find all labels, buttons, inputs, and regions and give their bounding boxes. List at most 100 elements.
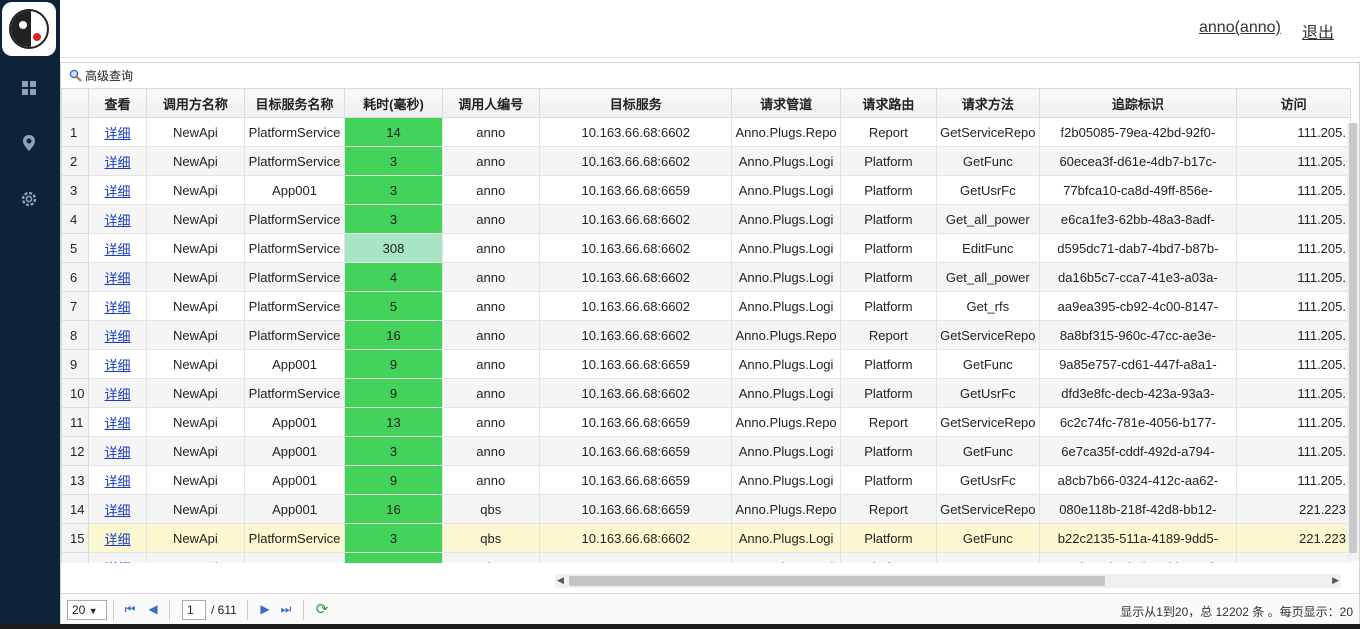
- trace-id-cell: dfd3e8fc-decb-423a-93a3-: [1038, 378, 1238, 408]
- table-row[interactable]: 16 详细 NewApiApp0019qbs10.163.66.68:6659Ann…: [61, 552, 1351, 564]
- detail-link[interactable]: 详细: [105, 213, 131, 228]
- access-ip-cell: 111.205.: [1236, 175, 1351, 205]
- detail-link[interactable]: 详细: [105, 329, 131, 344]
- pager-separator: [113, 600, 114, 620]
- detail-link: 详细: [87, 291, 148, 321]
- table-row[interactable]: 8 详细 NewApi PlatformService 16 anno 10.163.66.…: [61, 320, 1351, 350]
- duration-cell: 14: [344, 117, 443, 147]
- trace-id-cell: b22c2135-511a-4189-9dd5-: [1038, 523, 1238, 553]
- table-row[interactable]: 12 详细 NewApi App001 3 anno 10.163.66.68:6659 An…: [61, 436, 1351, 466]
- detail-link[interactable]: 详细: [105, 271, 131, 286]
- column-header[interactable]: 请求管道: [731, 88, 841, 118]
- caller-name-cell: NewApi: [146, 291, 245, 321]
- prev-page-icon[interactable]: ◀: [146, 602, 160, 616]
- last-page-icon[interactable]: ⏭: [279, 602, 293, 616]
- request-route-cell: Platform: [839, 465, 938, 495]
- vertical-scroll-thumb[interactable]: [1349, 123, 1357, 553]
- detail-link[interactable]: 详细: [105, 358, 131, 373]
- access-ip-cell: 111.205.: [1236, 407, 1351, 437]
- table-row[interactable]: 3 详细 NewApi App001 3 anno 10.163.66.68:6659 Ann…: [61, 175, 1351, 205]
- detail-link[interactable]: 详细: [105, 532, 131, 547]
- table-row[interactable]: 6 详细 NewApi PlatformService 4 anno 10.163.66.6…: [61, 262, 1351, 292]
- target-service-name-cell: PlatformService: [243, 204, 346, 234]
- horizontal-scrollbar[interactable]: ◀ ▶: [555, 574, 1341, 588]
- target-service-cell: 10.163.66.68:6602: [539, 146, 733, 176]
- detail-link[interactable]: 详细: [105, 445, 131, 460]
- app-logo[interactable]: [2, 2, 56, 56]
- magnifier-search-icon: [69, 69, 82, 82]
- detail-link[interactable]: 详细: [105, 416, 131, 431]
- table-row[interactable]: 4 详细 NewApi PlatformService 3 anno 10.163.66.6…: [61, 204, 1351, 234]
- page-size-value: 20: [72, 603, 86, 617]
- detail-link[interactable]: 详细: [105, 561, 131, 564]
- request-route-cell: Report: [839, 117, 938, 147]
- trace-id-cell: 6c2c74fc-781e-4056-b177-: [1038, 407, 1238, 437]
- request-pipeline-cell: Anno.Plugs.Logi: [731, 378, 841, 408]
- page-number-input[interactable]: 1: [182, 600, 206, 620]
- horizontal-scroll-thumb[interactable]: [569, 576, 1105, 586]
- table-row[interactable]: 7 详细 NewApi PlatformService 5 anno 10.163.66.6…: [61, 291, 1351, 321]
- column-header[interactable]: 追踪标识: [1038, 88, 1238, 118]
- column-header[interactable]: 目标服务: [539, 88, 733, 118]
- location-pin-icon[interactable]: [18, 132, 40, 154]
- next-page-icon[interactable]: ▶: [258, 602, 272, 616]
- table-row[interactable]: 15 详细 NewApi PlatformService 3 qbs 10.163.66.6…: [61, 523, 1351, 553]
- target-service-cell: 10.163.66.68:6602: [539, 320, 733, 350]
- column-header[interactable]: 访问: [1236, 88, 1351, 118]
- target-service-cell: 10.163.66.68:6659: [539, 436, 733, 466]
- detail-link[interactable]: 详细: [105, 242, 131, 257]
- column-header[interactable]: 查看: [87, 88, 148, 118]
- table-row[interactable]: 2 详细 NewApi PlatformService 3 anno 10.163.66.6…: [61, 146, 1351, 176]
- column-header[interactable]: 请求方法: [936, 88, 1040, 118]
- target-service-name-cell: App001: [243, 407, 346, 437]
- detail-link: 详细: [87, 378, 148, 408]
- row-number: 11: [61, 407, 89, 437]
- column-header[interactable]: 耗时(毫秒): [344, 88, 443, 118]
- refresh-icon[interactable]: ⟳: [315, 601, 329, 618]
- request-method-cell: Get_all_power: [936, 204, 1040, 234]
- table-row[interactable]: 14 详细 NewApi App001 16 qbs 10.163.66.68:6659 An…: [61, 494, 1351, 524]
- target-service-cell: 10.163.66.68:6602: [539, 117, 733, 147]
- target-service-cell: 10.163.66.68:6659: [539, 349, 733, 379]
- target-service-cell: 10.163.66.68:6659: [539, 407, 733, 437]
- detail-link: 详细: [87, 494, 148, 524]
- dashboard-grid-icon[interactable]: [18, 77, 40, 99]
- request-route-cell: Platform: [839, 523, 938, 553]
- page-size-select[interactable]: 20 ▼: [67, 600, 107, 620]
- scroll-left-arrow-icon[interactable]: ◀: [557, 575, 564, 586]
- vertical-scrollbar[interactable]: [1347, 123, 1359, 561]
- caller-id-cell: anno: [441, 204, 541, 234]
- advanced-search-button[interactable]: 高级查询: [85, 67, 133, 84]
- caller-name-cell: NewApi: [146, 117, 245, 147]
- detail-link[interactable]: 详细: [105, 126, 131, 141]
- logout-link[interactable]: 退出: [1302, 19, 1334, 43]
- table-row[interactable]: 5 详细 NewApi PlatformService 308 anno 10.163.66…: [61, 233, 1351, 263]
- table-row[interactable]: 1 详细 NewApi PlatformService 14 anno 10.163.66.…: [61, 117, 1351, 147]
- target-service-name-cell: PlatformService: [243, 378, 346, 408]
- table-row[interactable]: 10 详细 NewApi PlatformService 9 anno 10.163.66.…: [61, 378, 1351, 408]
- row-number-header[interactable]: [61, 88, 89, 118]
- column-header[interactable]: 目标服务名称: [243, 88, 346, 118]
- column-header[interactable]: 调用方名称: [146, 88, 245, 118]
- detail-link[interactable]: 详细: [105, 503, 131, 518]
- table-row[interactable]: 13 详细 NewApi App001 9 anno 10.163.66.68:6659 An…: [61, 465, 1351, 495]
- scroll-right-arrow-icon[interactable]: ▶: [1332, 575, 1339, 586]
- duration-cell: 3: [344, 523, 443, 553]
- caller-name-cell: NewApi: [146, 204, 245, 234]
- detail-link[interactable]: 详细: [105, 474, 131, 489]
- settings-gear-icon[interactable]: [18, 188, 40, 210]
- column-header[interactable]: 调用人编号: [441, 88, 541, 118]
- first-page-icon[interactable]: ⏮: [123, 602, 137, 616]
- detail-link[interactable]: 详细: [105, 387, 131, 402]
- detail-link[interactable]: 详细: [105, 155, 131, 170]
- trace-id-cell: 8a8bf315-960c-47cc-ae3e-: [1038, 320, 1238, 350]
- detail-link[interactable]: 详细: [105, 184, 131, 199]
- table-row[interactable]: 9 详细 NewApi App001 9 anno 10.163.66.68:6659 Ann…: [61, 349, 1351, 379]
- target-service-cell: 10.163.66.68:6659: [539, 552, 733, 563]
- column-header[interactable]: 请求路由: [839, 88, 938, 118]
- row-number: 15: [61, 523, 89, 553]
- user-link[interactable]: anno(anno): [1199, 19, 1281, 37]
- detail-link[interactable]: 详细: [105, 300, 131, 315]
- table-row[interactable]: 11 详细 NewApi App001 13 anno 10.163.66.68:6659 A…: [61, 407, 1351, 437]
- caller-name-cell: NewApi: [146, 320, 245, 350]
